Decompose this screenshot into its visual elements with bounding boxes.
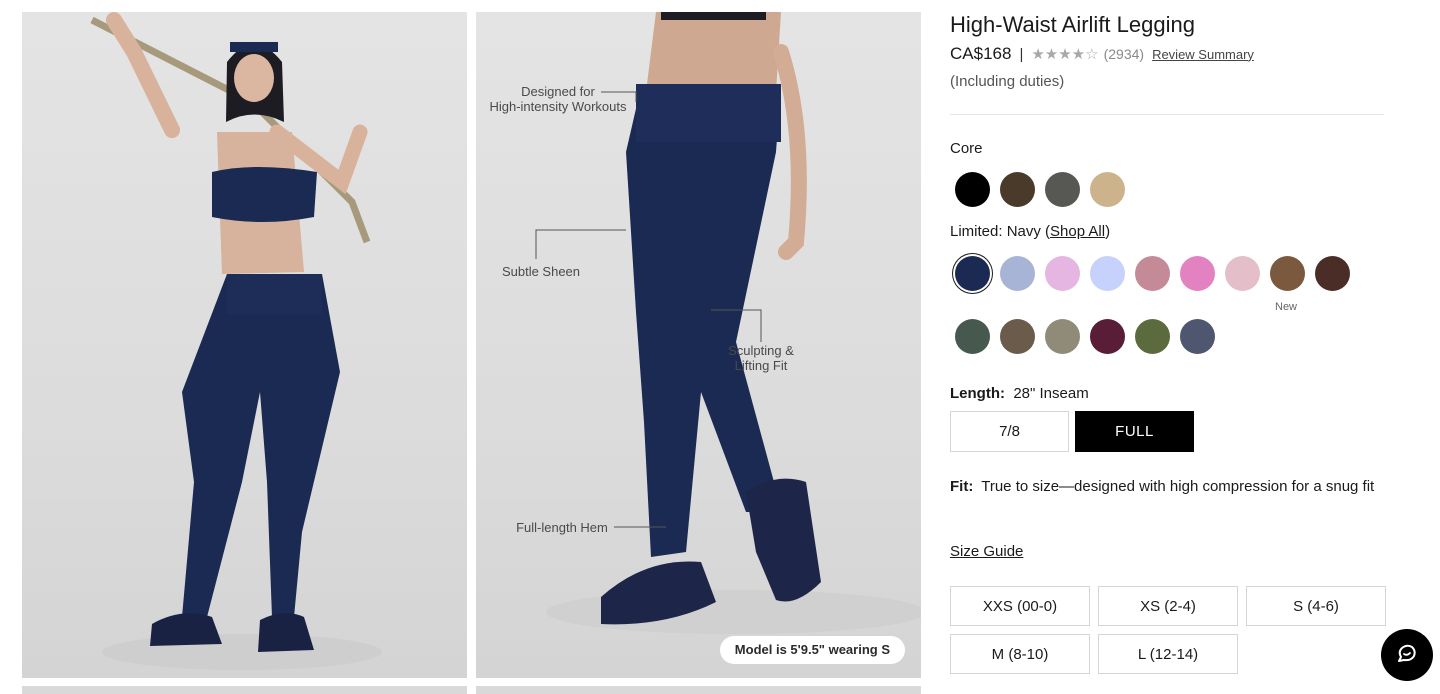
price-rating-row: CA$168 | ★★★★☆ (2934) Review Summary [950,44,1254,64]
review-summary-link[interactable]: Review Summary [1152,47,1254,62]
color-swatch-sage[interactable] [1045,319,1080,354]
callout-sheen-text: Subtle Sheen [501,264,581,279]
callout-workouts-text: Designed for High-intensity Workouts [489,84,627,114]
length-label: Length: [950,385,1005,402]
chat-icon [1398,644,1416,662]
size-option-m[interactable]: M (8-10) [950,634,1090,674]
color-swatch-slate[interactable] [1180,319,1215,354]
price-separator: | [1019,45,1024,63]
limited-label-prefix: Limited: Navy ( [950,223,1051,240]
color-swatch-lilac[interactable] [1045,256,1080,291]
divider [950,114,1384,115]
model-front-illustration [90,12,382,670]
callout-sculpting-text: Sculpting & Lifting Fit [728,343,794,373]
core-colors-label: Core [950,140,983,157]
product-title: High-Waist Airlift Legging [950,12,1195,37]
new-color-tag: New [1275,301,1298,313]
product-price: CA$168 [950,44,1012,63]
callout-sculpting: Sculpting & Lifting Fit [716,343,806,373]
color-swatch-periwinkle[interactable] [1000,256,1035,291]
size-guide-link[interactable]: Size Guide [950,543,1023,560]
color-swatch-blush[interactable] [1225,256,1260,291]
color-swatch-anthracite[interactable] [1045,172,1080,207]
callout-hem-text: Full-length Hem [516,520,608,535]
product-image-detail[interactable]: Designed for High-intensity Workouts Sub… [476,12,921,678]
color-swatch-forest[interactable] [955,319,990,354]
color-swatch-mocha[interactable] [1000,319,1035,354]
next-image-strip-right [476,686,921,694]
size-option-s[interactable]: S (4-6) [1246,586,1386,626]
callout-subtle-sheen: Subtle Sheen [496,264,586,279]
color-swatch-sky[interactable] [1090,256,1125,291]
product-image-front[interactable] [22,12,467,678]
next-image-strip-left [22,686,467,694]
duties-note: (Including duties) [950,73,1065,90]
model-size-note-text: Model is 5'9.5" wearing S [734,642,890,657]
size-option-xxs[interactable]: XXS (00-0) [950,586,1090,626]
size-option-xs[interactable]: XS (2-4) [1098,586,1238,626]
length-option-7-8[interactable]: 7/8 [950,411,1069,452]
size-option-l[interactable]: L (12-14) [1098,634,1238,674]
fit-description: Fit: True to size—designed with high com… [950,476,1386,498]
length-row: Length: 28" Inseam [950,385,1089,402]
chat-button[interactable] [1381,629,1433,681]
review-count[interactable]: (2934) [1104,46,1144,62]
fit-text: True to size—designed with high compress… [981,478,1375,495]
color-swatch-black[interactable] [955,172,990,207]
color-swatch-pink[interactable] [1180,256,1215,291]
limited-colors-label: Limited: Navy (Shop All) [950,223,1110,240]
color-swatch-olive[interactable] [1135,319,1170,354]
length-value: 28" Inseam [1013,385,1089,402]
length-option-full[interactable]: FULL [1075,411,1194,452]
shop-all-link[interactable]: Shop All [1050,223,1105,240]
color-swatch-chocolate[interactable] [1315,256,1350,291]
color-swatch-wine[interactable] [1090,319,1125,354]
limited-label-suffix: ) [1105,223,1111,240]
callout-full-length-hem: Full-length Hem [512,520,612,535]
color-swatch-brown[interactable] [1270,256,1305,291]
color-swatch-tan[interactable] [1090,172,1125,207]
color-swatch-navy[interactable] [955,256,990,291]
callout-high-intensity: Designed for High-intensity Workouts [488,84,628,114]
model-size-note: Model is 5'9.5" wearing S [719,636,905,664]
fit-label: Fit: [950,478,974,495]
color-swatch-mauve[interactable] [1135,256,1170,291]
color-swatch-espresso[interactable] [1000,172,1035,207]
rating-stars-icon[interactable]: ★★★★☆ [1031,45,1098,63]
